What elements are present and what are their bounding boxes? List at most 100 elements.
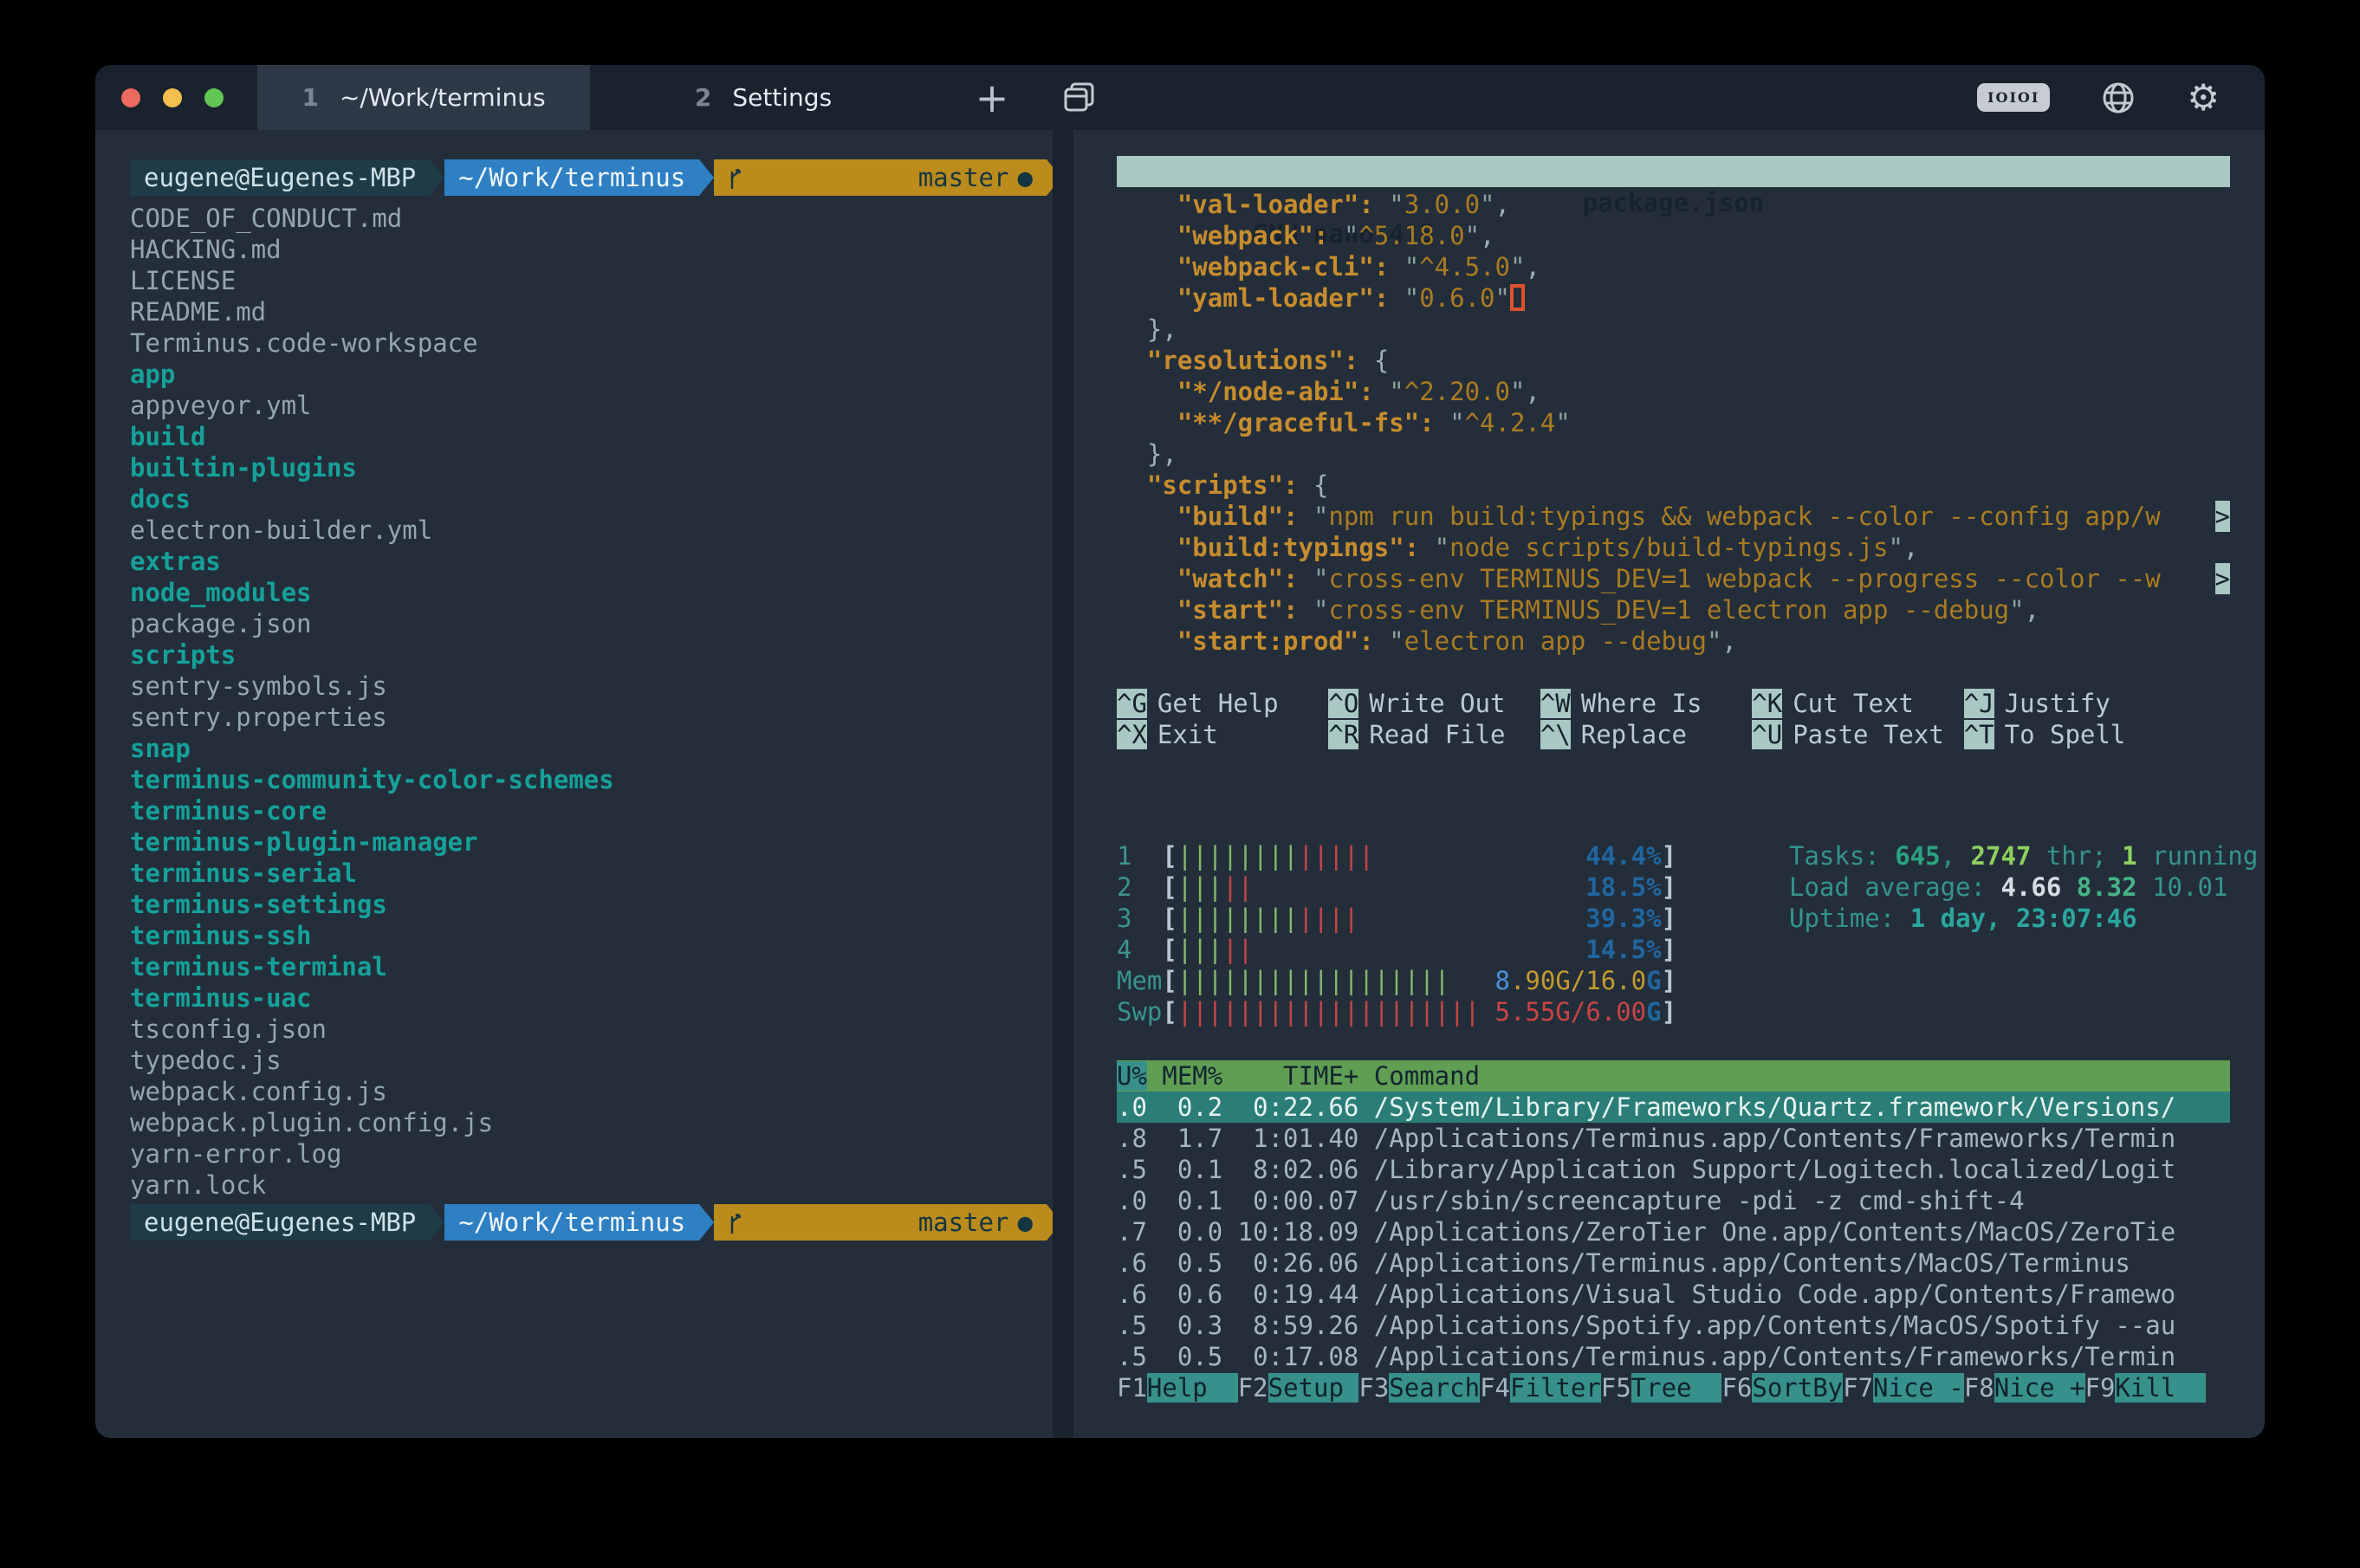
process-row[interactable]: .5 0.5 0:17.08 /Applications/Terminus.ap… bbox=[1117, 1341, 2230, 1372]
file-entry: terminus-terminal bbox=[130, 951, 1053, 982]
new-tab-button[interactable]: + bbox=[966, 65, 1018, 130]
process-row-selected[interactable]: .0 0.2 0:22.66 /System/Library/Framework… bbox=[1117, 1092, 2230, 1123]
nano-shortcuts-row1: ^GGet Help^OWrite Out^WWhere Is^KCut Tex… bbox=[1117, 688, 2230, 719]
settings-gear-icon[interactable]: ⚙ bbox=[2187, 76, 2220, 119]
fkey-f4[interactable]: F4Filter bbox=[1480, 1372, 1601, 1403]
nano-line: "build": "npm run build:typings && webpa… bbox=[1117, 501, 2230, 532]
prompt-path-segment: ~/Work/terminus bbox=[444, 159, 699, 196]
htop-summary: Tasks: 645, 2747 thr; 1 runningLoad aver… bbox=[1789, 840, 2258, 934]
file-entry: terminus-uac bbox=[130, 982, 1053, 1014]
file-entry: docs bbox=[130, 483, 1053, 515]
nano-shortcut-to-spell[interactable]: ^TTo Spell bbox=[1964, 719, 2175, 750]
nano-shortcut-paste-text[interactable]: ^UPaste Text bbox=[1752, 719, 1963, 750]
file-entry: HACKING.md bbox=[130, 234, 1053, 265]
fkey-f8[interactable]: F8Nice + bbox=[1964, 1372, 2085, 1403]
fkey-f6[interactable]: F6SortBy bbox=[1721, 1372, 1843, 1403]
nano-line: "val-loader": "3.0.0", bbox=[1117, 189, 2230, 220]
nano-line: "resolutions": { bbox=[1117, 345, 2230, 376]
htop-process-table: U% MEM% TIME+ Command.0 0.2 0:22.66 /Sys… bbox=[1117, 1060, 2230, 1372]
powerline-arrow-icon bbox=[1047, 1204, 1053, 1241]
prompt-user-segment: eugene@Eugenes-MBP bbox=[130, 1204, 430, 1241]
file-entry: yarn.lock bbox=[130, 1170, 1053, 1201]
file-entry: terminus-serial bbox=[130, 858, 1053, 889]
git-branch-name: master bbox=[918, 162, 1009, 193]
file-entry: appveyor.yml bbox=[130, 390, 1053, 421]
file-entry: LICENSE bbox=[130, 265, 1053, 296]
tab-settings[interactable]: 2 Settings bbox=[590, 65, 937, 130]
nano-shortcut-read-file[interactable]: ^RRead File bbox=[1328, 719, 1540, 750]
pane-divider[interactable] bbox=[1053, 130, 1073, 1438]
nano-shortcuts-row2: ^XExit^RRead File^\Replace^UPaste Text^T… bbox=[1117, 719, 2230, 750]
git-branch-icon bbox=[728, 130, 910, 253]
nano-title-bar: package.json GNU nano 4.5 bbox=[1117, 156, 2230, 187]
file-entry: node_modules bbox=[130, 577, 1053, 608]
terminal-pane[interactable]: eugene@Eugenes-MBP ~/Work/terminus maste… bbox=[95, 130, 1053, 1438]
htop-summary-line: Uptime: 1 day, 23:07:46 bbox=[1789, 903, 2258, 934]
process-row[interactable]: .5 0.1 8:02.06 /Library/Application Supp… bbox=[1117, 1154, 2230, 1185]
new-window-button[interactable] bbox=[1049, 65, 1110, 130]
nano-shortcut-justify[interactable]: ^JJustify bbox=[1964, 688, 2175, 719]
right-terminal-pane[interactable]: package.json GNU nano 4.5 "val-loader": … bbox=[1073, 130, 2265, 1438]
nano-shortcut-write-out[interactable]: ^OWrite Out bbox=[1328, 688, 1540, 719]
window-content: eugene@Eugenes-MBP ~/Work/terminus maste… bbox=[95, 130, 2265, 1438]
plus-icon: + bbox=[976, 75, 1009, 121]
process-row[interactable]: .6 0.5 0:26.06 /Applications/Terminus.ap… bbox=[1117, 1247, 2230, 1279]
shell-prompt-current: eugene@Eugenes-MBP ~/Work/terminus maste… bbox=[130, 1204, 1053, 1241]
process-row[interactable]: .8 1.7 1:01.40 /Applications/Terminus.ap… bbox=[1117, 1123, 2230, 1154]
serial-port-icon[interactable]: IOIOI bbox=[1977, 83, 2050, 112]
process-row[interactable]: .6 0.6 0:19.44 /Applications/Visual Stud… bbox=[1117, 1279, 2230, 1310]
htop-function-key-bar: F1Help F2Setup F3SearchF4FilterF5Tree F6… bbox=[1117, 1372, 2230, 1403]
file-entry: terminus-community-color-schemes bbox=[130, 764, 1053, 795]
file-entry: Terminus.code-workspace bbox=[130, 327, 1053, 359]
htop-summary-line: Tasks: 645, 2747 thr; 1 running bbox=[1789, 840, 2258, 871]
file-entry: snap bbox=[130, 733, 1053, 764]
tab-number: 1 bbox=[301, 83, 318, 112]
git-dirty-dot: ● bbox=[1017, 1207, 1032, 1238]
nano-shortcut-get-help[interactable]: ^GGet Help bbox=[1117, 688, 1328, 719]
fkey-f7[interactable]: F7Nice - bbox=[1843, 1372, 1964, 1403]
nano-cursor bbox=[1510, 284, 1525, 311]
file-entry: README.md bbox=[130, 296, 1053, 327]
minimize-button[interactable] bbox=[163, 88, 182, 107]
nano-shortcut-replace[interactable]: ^\Replace bbox=[1540, 719, 1752, 750]
process-row[interactable]: .0 0.1 0:00.07 /usr/sbin/screencapture -… bbox=[1117, 1185, 2230, 1216]
file-entry: yarn-error.log bbox=[130, 1138, 1053, 1170]
nano-line: "build:typings": "node scripts/build-typ… bbox=[1117, 532, 2230, 563]
powerline-arrow-icon bbox=[699, 1204, 714, 1241]
nano-line: "*/node-abi": "^2.20.0", bbox=[1117, 376, 2230, 407]
htop-meters: 1 [|||||||||||||44.4%]2 [|||||18.5%]3 [|… bbox=[1117, 840, 2230, 1027]
shell-prompt: eugene@Eugenes-MBP ~/Work/terminus maste… bbox=[130, 159, 1053, 196]
nano-line: }, bbox=[1117, 438, 2230, 470]
nano-shortcut-where-is[interactable]: ^WWhere Is bbox=[1540, 688, 1752, 719]
globe-icon[interactable] bbox=[2100, 80, 2136, 116]
process-table-header[interactable]: U% MEM% TIME+ Command bbox=[1117, 1060, 2230, 1092]
close-button[interactable] bbox=[121, 88, 140, 107]
fkey-f1[interactable]: F1Help bbox=[1117, 1372, 1238, 1403]
fkey-f2[interactable]: F2Setup bbox=[1238, 1372, 1359, 1403]
tab-title: ~/Work/terminus bbox=[340, 83, 546, 112]
file-entry: typedoc.js bbox=[130, 1045, 1053, 1076]
fkey-f3[interactable]: F3Search bbox=[1358, 1372, 1480, 1403]
file-entry: terminus-plugin-manager bbox=[130, 826, 1053, 858]
fkey-f5[interactable]: F5Tree bbox=[1601, 1372, 1722, 1403]
fkey-f9[interactable]: F9Kill bbox=[2085, 1372, 2207, 1403]
file-entry: scripts bbox=[130, 639, 1053, 671]
maximize-button[interactable] bbox=[204, 88, 224, 107]
nano-body: "val-loader": "3.0.0", "webpack": "^5.18… bbox=[1117, 189, 2230, 657]
nano-line: "webpack-cli": "^4.5.0", bbox=[1117, 251, 2230, 282]
process-row[interactable]: .7 0.0 10:18.09 /Applications/ZeroTier O… bbox=[1117, 1216, 2230, 1247]
file-entry: sentry-symbols.js bbox=[130, 671, 1053, 702]
tab-work-terminus[interactable]: 1 ~/Work/terminus bbox=[257, 65, 590, 130]
app-window: 1 ~/Work/terminus 2 Settings + IOIOI bbox=[95, 65, 2265, 1438]
nano-shortcut-exit[interactable]: ^XExit bbox=[1117, 719, 1328, 750]
htop-summary-line: Load average: 4.66 8.32 10.01 bbox=[1789, 871, 2258, 903]
process-row[interactable]: .5 0.3 8:59.26 /Applications/Spotify.app… bbox=[1117, 1310, 2230, 1341]
nano-line: "start": "cross-env TERMINUS_DEV=1 elect… bbox=[1117, 594, 2230, 625]
cpu-meter-4: 4 [|||||14.5%] bbox=[1117, 934, 2230, 965]
titlebar-icons: IOIOI ⚙ bbox=[1977, 65, 2265, 130]
powerline-arrow-icon bbox=[1047, 159, 1053, 196]
nano-line: "start:prod": "electron app --debug", bbox=[1117, 625, 2230, 657]
nano-shortcut-cut-text[interactable]: ^KCut Text bbox=[1752, 688, 1963, 719]
git-dirty-dot: ● bbox=[1017, 162, 1032, 193]
nano-line: "**/graceful-fs": "^4.2.4" bbox=[1117, 407, 2230, 438]
